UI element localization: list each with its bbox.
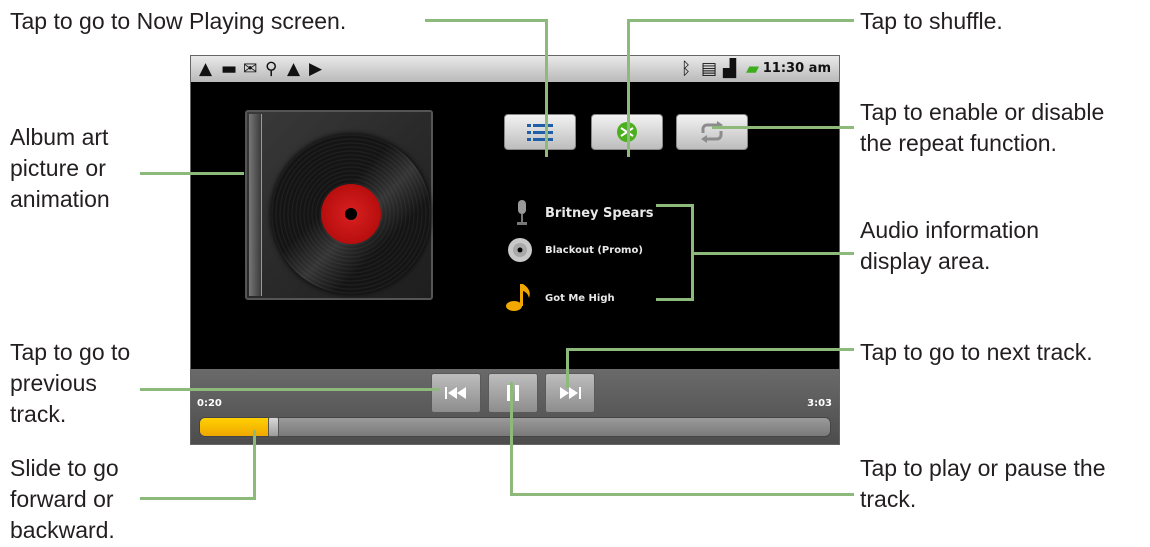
leader-album [140, 172, 244, 175]
album-disc-icon [507, 237, 533, 263]
callout-audio-line1: Audio information [860, 217, 1039, 243]
bluetooth-icon: ᛒ [681, 59, 692, 79]
song-title: Got Me High [545, 293, 615, 304]
warning-icon: ▲ [199, 59, 213, 79]
callout-shuffle: Tap to shuffle. [860, 8, 1003, 34]
callout-repeat-line1: Tap to enable or disable [860, 99, 1105, 125]
leader-audio-top [656, 204, 694, 207]
play-icon: ▶ [309, 59, 323, 79]
callout-album-line3: animation [10, 186, 110, 212]
album-art [245, 110, 433, 300]
status-bar: ▲ ▬ ✉ ⚲ ▲ ▶ ᛒ ▤ ▟ ▰ 11:30 am [191, 56, 839, 82]
leader-next-drop [566, 348, 569, 388]
pause-icon [507, 385, 519, 401]
leader-shuffle-drop [627, 19, 630, 157]
artist-name: Britney Spears [545, 206, 654, 221]
music-player-screen: ▲ ▬ ✉ ⚲ ▲ ▶ ᛒ ▤ ▟ ▰ 11:30 am Britney Spe… [190, 55, 840, 445]
callout-prev-line1: Tap to go to [10, 339, 131, 365]
playback-controls: 0:20 3:03 [191, 369, 839, 444]
now-playing-list-button[interactable] [504, 114, 576, 150]
callout-repeat-line2: the repeat function. [860, 130, 1057, 156]
callout-prev-line3: track. [10, 401, 67, 427]
seek-thumb[interactable] [268, 417, 279, 437]
album-name: Blackout (Promo) [545, 245, 643, 256]
callout-audio-line2: display area. [860, 248, 991, 274]
callout-slide-line3: backward. [10, 517, 115, 543]
previous-icon [445, 387, 466, 399]
album-case-spine [249, 114, 262, 296]
leader-play [510, 493, 854, 496]
callout-album-line2: picture or [10, 155, 106, 181]
microphone-icon [509, 200, 535, 226]
play-pause-button[interactable] [488, 373, 538, 413]
list-icon [527, 124, 553, 141]
callout-play-line2: track. [860, 486, 917, 512]
leader-now-playing [425, 19, 548, 22]
status-time: 11:30 am [762, 61, 831, 76]
total-duration: 3:03 [807, 398, 832, 409]
signal-icon: ▟ [723, 59, 737, 79]
warning-icon: ▲ [287, 59, 301, 79]
leader-audio-bottom [656, 298, 694, 301]
callout-prev-line2: previous [10, 370, 97, 396]
callout-now-playing: Tap to go to Now Playing screen. [10, 8, 347, 34]
callout-slide-line1: Slide to go [10, 455, 119, 481]
vibrate-icon: ▤ [701, 59, 718, 79]
leader-slide [140, 497, 256, 500]
chat-icon: ▬ [221, 59, 238, 79]
next-icon [560, 387, 581, 399]
callout-slide-line2: forward or [10, 486, 114, 512]
battery-icon: ▰ [746, 59, 760, 79]
seek-bar[interactable] [199, 417, 831, 437]
leader-play-drop [510, 382, 513, 496]
music-note-icon [505, 282, 533, 312]
leader-shuffle [627, 19, 854, 22]
next-track-button[interactable] [545, 373, 595, 413]
callout-play-line1: Tap to play or pause the [860, 455, 1106, 481]
vinyl-record [271, 134, 431, 294]
usb-icon: ⚲ [265, 59, 278, 79]
repeat-button[interactable] [676, 114, 748, 150]
leader-repeat [712, 126, 854, 129]
leader-now-playing-drop [545, 19, 548, 157]
leader-audio [694, 252, 854, 255]
leader-previous [140, 388, 440, 391]
callout-next: Tap to go to next track. [860, 339, 1093, 365]
mail-icon: ✉ [243, 59, 258, 79]
callout-album-line1: Album art [10, 124, 109, 150]
elapsed-time: 0:20 [197, 398, 222, 409]
leader-slide-drop [253, 430, 256, 500]
seek-progress [200, 418, 270, 436]
previous-track-button[interactable] [431, 373, 481, 413]
repeat-icon [701, 121, 723, 143]
leader-next [566, 348, 854, 351]
